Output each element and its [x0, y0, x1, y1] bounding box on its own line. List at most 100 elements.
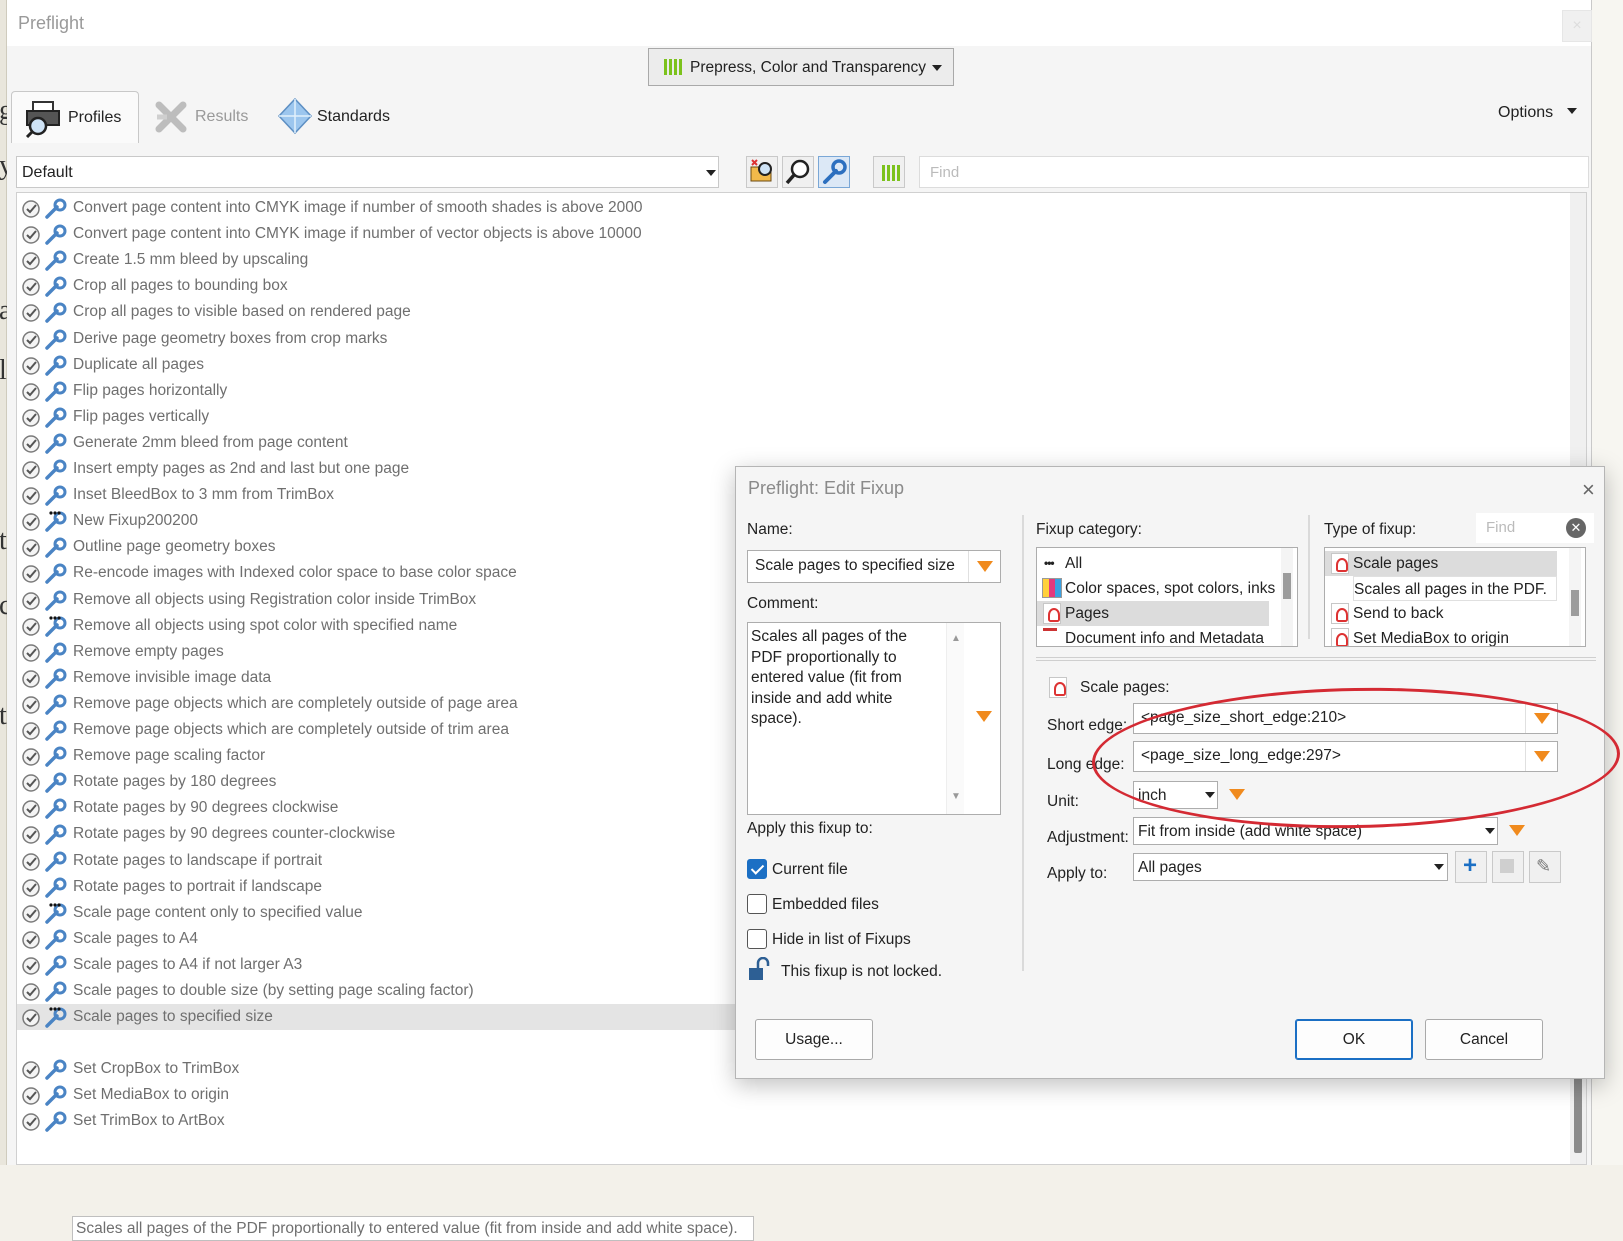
fixup-wrench-icon: [22, 537, 67, 559]
options-menu[interactable]: Options: [1498, 104, 1578, 122]
tab-results[interactable]: Results: [149, 91, 261, 143]
fixups-filter-button[interactable]: [818, 156, 850, 188]
plus-icon: +: [1463, 852, 1478, 879]
name-field[interactable]: Scale pages to specified size: [747, 550, 1001, 583]
fixup-wrench-icon: [22, 903, 67, 924]
fixup-wrench-icon: [22, 381, 67, 402]
fixup-name: Scale pages to A4 if not larger A3: [73, 955, 303, 973]
unit-variable-dropdown-icon[interactable]: [1229, 789, 1245, 800]
category-scrollbar[interactable]: [1281, 548, 1293, 646]
fixup-wrench-icon: [22, 824, 67, 846]
short-edge-input[interactable]: <page_size_short_edge:210>: [1133, 703, 1558, 734]
type-list[interactable]: Scale pages Scales all pages in the PDF.…: [1324, 547, 1586, 647]
type-scrollbar[interactable]: [1569, 548, 1581, 646]
fixup-row[interactable]: Flip pages vertically: [17, 404, 1557, 430]
pdf-page-icon: [1331, 628, 1349, 646]
profile-filter-dropdown[interactable]: Default: [16, 156, 719, 188]
chevron-down-icon: [1434, 864, 1444, 870]
pdf-page-icon: [1331, 553, 1349, 574]
fixup-wrench-icon: [22, 694, 67, 715]
search-input[interactable]: Find: [919, 156, 1589, 188]
scrollbar-thumb[interactable]: [1283, 573, 1291, 599]
adjustment-value: Fit from inside (add white space): [1138, 823, 1362, 840]
category-item-all[interactable]: ••• All: [1037, 551, 1297, 576]
fixup-name: Remove page objects which are completely…: [73, 694, 518, 712]
fixup-name: Insert empty pages as 2nd and last but o…: [73, 460, 410, 477]
fixup-row[interactable]: Crop all pages to visible based on rende…: [17, 299, 1557, 325]
fixup-row[interactable]: Convert page content into CMYK image if …: [17, 221, 1557, 247]
fixup-row[interactable]: Derive page geometry boxes from crop mar…: [17, 326, 1557, 352]
unit-label: Unit:: [1047, 793, 1079, 810]
scrollbar-thumb[interactable]: [1574, 1073, 1582, 1153]
scrollbar-thumb[interactable]: [1571, 590, 1579, 616]
fixup-row[interactable]: Create 1.5 mm bleed by upscaling: [17, 247, 1557, 273]
unlocked-padlock-icon[interactable]: [747, 957, 771, 981]
results-cross-icon: [155, 101, 187, 133]
fixup-row[interactable]: Generate 2mm bleed from page content: [17, 430, 1557, 456]
fixup-row[interactable]: Convert page content into CMYK image if …: [17, 195, 1557, 221]
current-file-checkbox[interactable]: [747, 859, 767, 879]
comment-text: Scales all pages of the PDF proportional…: [751, 628, 907, 727]
duplicate-page-range-button[interactable]: [1492, 851, 1524, 883]
more-dots-icon: •••: [1044, 556, 1055, 570]
adjustment-variable-dropdown-icon[interactable]: [1509, 825, 1525, 836]
fixup-wrench-icon: [22, 851, 67, 872]
type-item-scale-pages[interactable]: Scale pages: [1325, 551, 1557, 576]
category-list[interactable]: ••• All Color spaces, spot colors, inks …: [1036, 547, 1298, 647]
type-item-send-to-back[interactable]: Send to back: [1325, 601, 1585, 626]
profile-library-dropdown[interactable]: Prepress, Color and Transparency: [648, 48, 954, 86]
long-edge-input[interactable]: <page_size_long_edge:297>: [1133, 741, 1558, 772]
comment-scrollbar[interactable]: [946, 623, 964, 814]
category-item-pages[interactable]: Pages: [1037, 601, 1269, 626]
fixup-name: Remove all objects using Registration co…: [73, 590, 477, 608]
fixup-wrench-icon: [22, 563, 67, 585]
unit-select[interactable]: inch: [1133, 781, 1218, 809]
tab-standards[interactable]: Standards: [277, 91, 407, 143]
profiles-filter-icon: [750, 159, 772, 182]
fixup-wrench-icon: [22, 720, 67, 741]
comment-textarea[interactable]: Scales all pages of the PDF proportional…: [747, 622, 1001, 815]
fixup-row[interactable]: Set TrimBox to ArtBox: [17, 1108, 1557, 1134]
add-page-range-button[interactable]: +: [1455, 851, 1487, 883]
type-search-input[interactable]: Find ✕: [1476, 513, 1594, 543]
fixup-name: Crop all pages to visible based on rende…: [73, 303, 411, 321]
tab-profiles[interactable]: Profiles: [11, 91, 139, 143]
category-item-colors[interactable]: Color spaces, spot colors, inks: [1037, 576, 1297, 601]
long-edge-dropdown-button[interactable]: [1525, 742, 1557, 771]
usage-button[interactable]: Usage...: [755, 1019, 873, 1060]
wrench-icon: [823, 159, 847, 184]
library-bars-icon: [664, 59, 682, 75]
hide-in-list-checkbox[interactable]: [747, 929, 767, 949]
edit-page-range-button[interactable]: ✎: [1529, 851, 1561, 883]
fixup-wrench-icon: [22, 250, 67, 271]
short-edge-dropdown-button[interactable]: [1525, 704, 1557, 733]
fixup-row[interactable]: Crop all pages to bounding box: [17, 273, 1557, 299]
document-info-icon: [1043, 628, 1057, 646]
adjustment-select[interactable]: Fit from inside (add white space): [1133, 817, 1498, 845]
scroll-up-icon[interactable]: ▲: [951, 633, 961, 644]
fixup-wrench-icon: [22, 877, 67, 898]
type-item-label: Set MediaBox to origin: [1353, 630, 1509, 647]
apply-to-select[interactable]: All pages: [1133, 853, 1448, 881]
fixup-name: Remove page objects which are completely…: [73, 721, 509, 738]
name-dropdown-button[interactable]: [968, 551, 1000, 582]
checks-filter-button[interactable]: [782, 156, 814, 188]
ok-button[interactable]: OK: [1295, 1019, 1413, 1060]
edit-fixup-dialog: Preflight: Edit Fixup × Name: Scale page…: [735, 466, 1605, 1079]
dropdown-arrow-icon[interactable]: [976, 711, 992, 722]
profiles-filter-button[interactable]: [746, 156, 778, 188]
fixup-row[interactable]: Set MediaBox to origin: [17, 1082, 1557, 1108]
fixup-row[interactable]: Flip pages horizontally: [17, 378, 1557, 404]
category-item-docinfo[interactable]: Document info and Metadata: [1037, 626, 1297, 646]
type-item-set-mediabox[interactable]: Set MediaBox to origin: [1325, 626, 1585, 647]
scroll-down-icon[interactable]: ▼: [951, 791, 961, 802]
close-icon[interactable]: ×: [1582, 477, 1595, 503]
cancel-button[interactable]: Cancel: [1425, 1019, 1543, 1060]
dropdown-arrow-icon: [977, 561, 993, 572]
clear-search-icon[interactable]: ✕: [1566, 518, 1586, 538]
embedded-files-checkbox[interactable]: [747, 894, 767, 914]
library-button[interactable]: [873, 156, 905, 188]
fixup-row[interactable]: Duplicate all pages: [17, 352, 1557, 378]
window-close-button[interactable]: ×: [1562, 10, 1592, 42]
fixup-wrench-icon: [22, 929, 67, 950]
